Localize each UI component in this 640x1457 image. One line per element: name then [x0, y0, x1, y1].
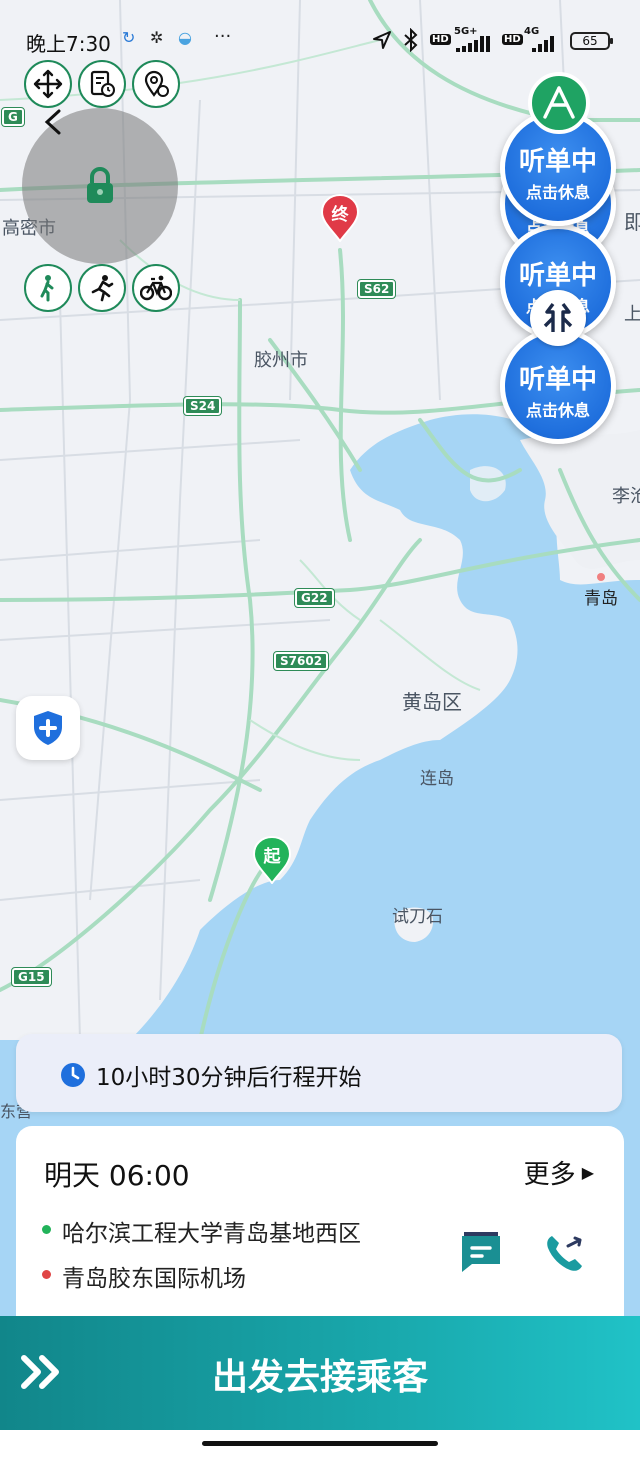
app-notify-icon-2: ◒ [178, 28, 192, 47]
map-label-licang: 李沧 [612, 486, 640, 507]
map-label-jimo: 即 [624, 210, 640, 234]
map-label-qingdao: 青岛 [584, 589, 618, 609]
map-label-huangdao: 黄岛区 [402, 690, 462, 714]
hd-badge-2: HD [502, 34, 523, 45]
app-notify-icon: ✲ [150, 28, 164, 47]
bubble-title: 听单中 [518, 365, 597, 395]
bike-icon [140, 275, 172, 301]
navigation-button[interactable] [528, 72, 590, 134]
bike-mode-button[interactable] [132, 264, 180, 312]
start-pin[interactable]: 起 [252, 835, 292, 885]
bluetooth-icon [404, 28, 418, 52]
safety-shield-icon [34, 711, 62, 745]
navigation-road-icon [543, 86, 575, 119]
trip-time: 明天 06:00 [44, 1159, 190, 1192]
back-button[interactable] [30, 100, 74, 144]
trip-card[interactable]: 明天 06:00 更多 ▶ 哈尔滨工程大学青岛基地西区 青岛胶东国际机场 [16, 1126, 624, 1326]
more-label: 更多 [523, 1160, 576, 1190]
countdown-text: 10小时30分钟后行程开始 [96, 1065, 362, 1091]
lock-button[interactable] [70, 162, 130, 210]
safety-center-button[interactable] [16, 696, 80, 760]
home-indicator[interactable] [202, 1441, 438, 1446]
message-icon[interactable] [458, 1230, 504, 1276]
walk-icon [40, 275, 54, 302]
run-icon [91, 275, 114, 302]
origin-dot [42, 1225, 51, 1234]
lock-icon [87, 167, 113, 203]
caret-right-icon: ▶ [581, 1163, 594, 1182]
history-icon [90, 70, 115, 97]
end-pin-label: 终 [331, 205, 349, 225]
airport-marker[interactable] [530, 290, 586, 346]
battery-indicator: 65 [570, 32, 613, 50]
location-settings-button[interactable] [132, 60, 180, 108]
status-bar: 晚上7:30 ↻ ✲ ◒ ··· HD 5G+ HD 4G 65 [0, 22, 640, 58]
hd-badge-1: HD [430, 34, 451, 45]
airport-icon [543, 302, 573, 332]
road-shield-g15: G15 [11, 967, 52, 987]
map-label-shidaoshi: 试刀石 [392, 907, 443, 927]
bubble-subtitle: 点击休息 [525, 183, 590, 202]
map-label-jiaozhou: 胶州市 [254, 350, 308, 371]
bubble-title: 听单中 [518, 147, 597, 177]
call-icon[interactable] [542, 1230, 588, 1276]
origin-address: 哈尔滨工程大学青岛基地西区 [62, 1221, 361, 1247]
move-icon [33, 69, 63, 99]
destination-dot [42, 1270, 51, 1279]
road-shield-s24: S24 [182, 396, 223, 416]
depart-pickup-button[interactable]: 出发去接乘客 [0, 1316, 640, 1430]
order-history-button[interactable] [78, 60, 126, 108]
road-shield-g22: G22 [294, 588, 335, 608]
more-notifications: ··· [214, 26, 232, 47]
map-label-liandao: 连岛 [420, 769, 454, 789]
location-pin-icon [144, 70, 169, 97]
clock-icon [61, 1063, 85, 1087]
destination-address: 青岛胶东国际机场 [62, 1266, 246, 1292]
run-mode-button[interactable] [78, 264, 126, 312]
bubble-subtitle: 点击休息 [525, 401, 590, 420]
location-icon [373, 31, 391, 49]
more-button[interactable]: 更多 ▶ [524, 1154, 594, 1191]
end-pin[interactable]: 终 [320, 193, 360, 243]
depart-pickup-label: 出发去接乘客 [211, 1357, 428, 1398]
start-pin-label: 起 [263, 847, 281, 867]
status-time: 晚上7:30 [26, 32, 111, 56]
road-shield-g-left: G [1, 107, 25, 127]
sync-icon: ↻ [122, 28, 136, 47]
signal-icon-2 [532, 36, 554, 52]
bubble-title: 听单中 [518, 261, 597, 291]
road-shield-s7602: S7602 [272, 651, 330, 671]
back-arrow-icon [44, 109, 61, 135]
signal-icon-1 [456, 36, 490, 52]
map-label-edge: 上 [624, 304, 640, 325]
qingdao-dot [597, 573, 605, 581]
trip-countdown-banner: 10小时30分钟后行程开始 [16, 1034, 622, 1112]
road-shield-s62: S62 [356, 279, 397, 299]
walk-mode-button[interactable] [24, 264, 72, 312]
